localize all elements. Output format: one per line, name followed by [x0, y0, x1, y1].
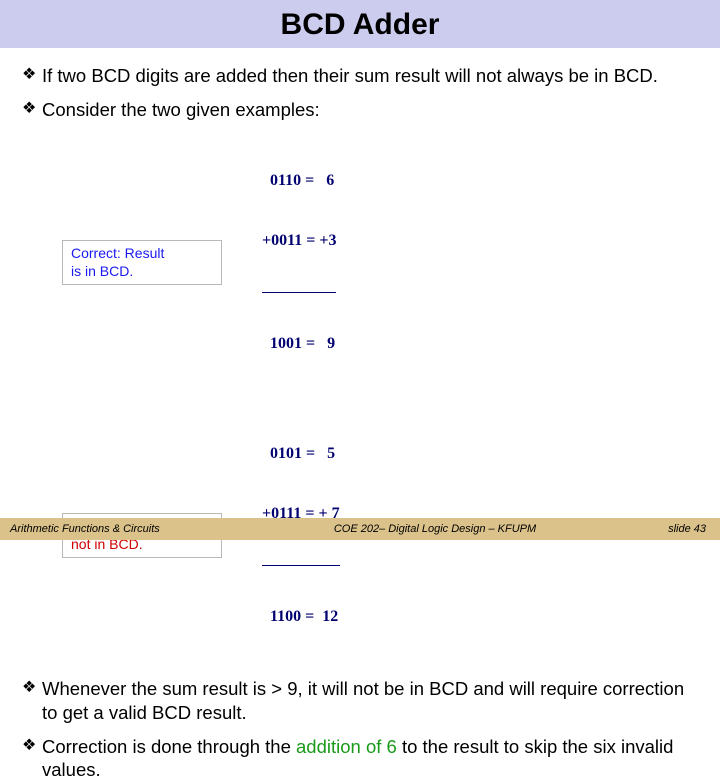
bullet-text-lead: Correction is done through the: [42, 736, 296, 757]
calc-rule: [262, 292, 336, 293]
title-banner: BCD Adder: [0, 0, 720, 48]
slide-title: BCD Adder: [0, 8, 720, 42]
calc-rule: [262, 565, 340, 566]
bullet-text: Consider the two given examples:: [42, 98, 698, 122]
bullet-text-highlight: addition of 6: [296, 736, 397, 757]
slide-footer: Arithmetic Functions & Circuits COE 202–…: [0, 518, 720, 540]
diamond-icon: ❖: [22, 679, 36, 697]
bullet-text: Correction is done through the addition …: [42, 735, 698, 782]
bullet-text: If two BCD digits are added then their s…: [42, 64, 698, 88]
calc-line: 0110 = 6: [262, 171, 336, 191]
example-label-line: Correct: Result: [71, 245, 164, 261]
bullet-item: ❖ Whenever the sum result is > 9, it wil…: [22, 677, 698, 724]
examples-region: Correct: Result is in BCD. 0110 = 6 +001…: [62, 131, 698, 667]
footer-right: slide 43: [640, 523, 720, 535]
bullet-item: ❖ Consider the two given examples:: [22, 98, 698, 122]
bullet-text: Whenever the sum result is > 9, it will …: [42, 677, 698, 724]
footer-left: Arithmetic Functions & Circuits: [0, 523, 230, 535]
example-label-correct: Correct: Result is in BCD.: [62, 240, 222, 285]
example-calc-correct: 0110 = 6 +0011 = +3 1001 = 9: [262, 131, 336, 394]
example-label-line: is in BCD.: [71, 263, 133, 279]
bullet-item: ❖ If two BCD digits are added then their…: [22, 64, 698, 88]
calc-line: +0011 = +3: [262, 231, 336, 251]
footer-center: COE 202– Digital Logic Design – KFUPM: [230, 523, 640, 535]
diamond-icon: ❖: [22, 66, 36, 84]
slide-content: ❖ If two BCD digits are added then their…: [0, 48, 720, 782]
calc-line: 1100 = 12: [262, 607, 340, 627]
calc-line: 1001 = 9: [262, 334, 336, 354]
calc-line: 0101 = 5: [262, 444, 340, 464]
example-correct: Correct: Result is in BCD. 0110 = 6 +001…: [62, 131, 698, 394]
diamond-icon: ❖: [22, 100, 36, 118]
diamond-icon: ❖: [22, 737, 36, 755]
bullet-item: ❖ Correction is done through the additio…: [22, 735, 698, 782]
